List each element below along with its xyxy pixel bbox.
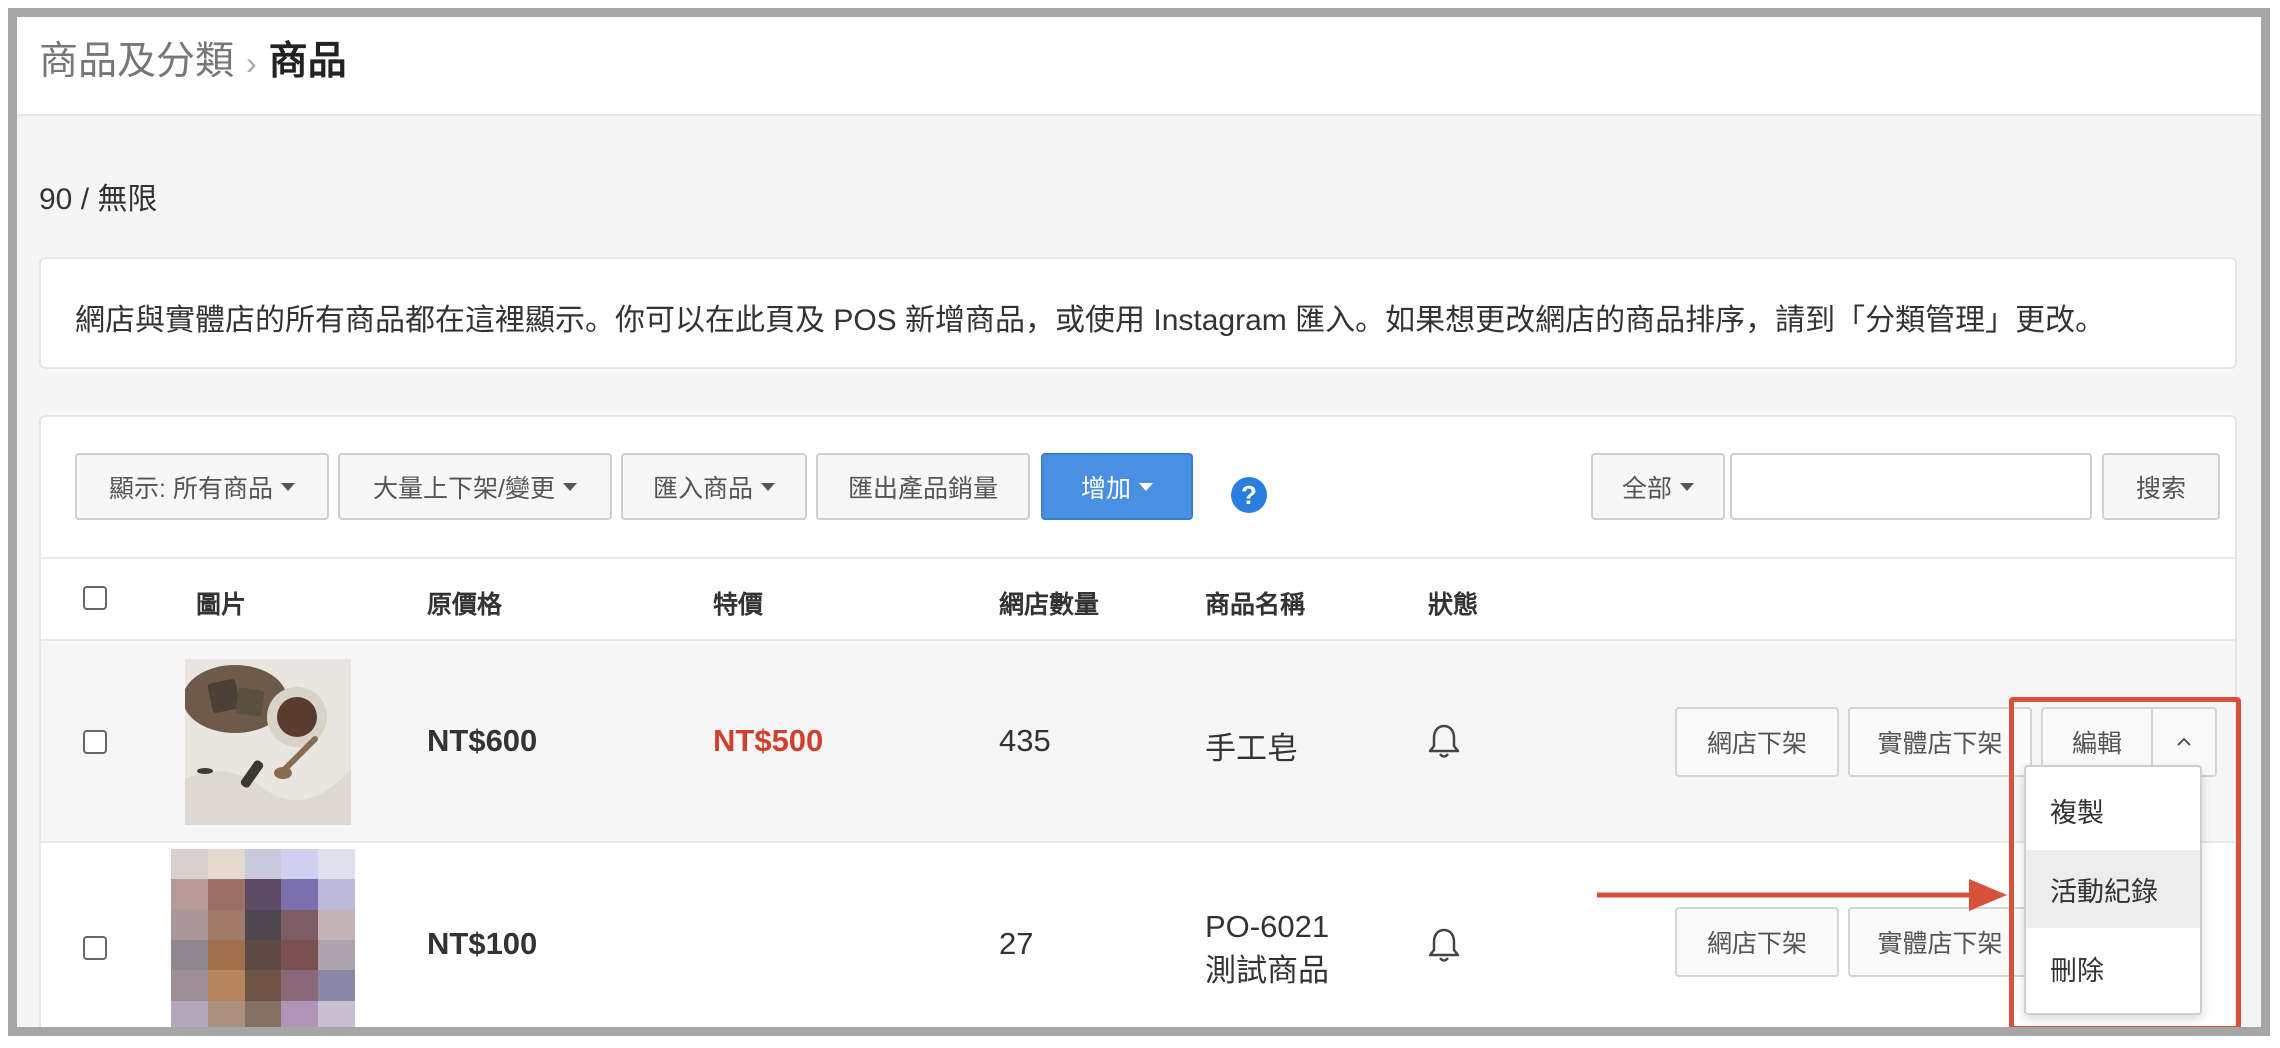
caret-down-icon xyxy=(761,482,775,491)
add-dropdown-button[interactable]: 增加 xyxy=(1041,453,1193,520)
column-header-price[interactable]: 原價格 xyxy=(427,585,502,621)
product-image-pixelated[interactable] xyxy=(171,849,355,1027)
page-title: 商品 xyxy=(268,40,347,83)
caret-down-icon xyxy=(1680,482,1694,491)
product-name[interactable]: 手工皂 xyxy=(1205,723,1298,768)
price: NT$100 xyxy=(427,926,538,961)
select-all-checkbox[interactable] xyxy=(83,586,107,610)
store-delist-label: 實體店下架 xyxy=(1877,730,2003,758)
store-delist-button[interactable]: 實體店下架 xyxy=(1848,707,2032,777)
caret-down-icon xyxy=(1139,482,1153,491)
export-sales-button[interactable]: 匯出產品銷量 xyxy=(816,453,1030,520)
price: NT$600 xyxy=(427,723,538,758)
stock-count: 435 xyxy=(999,723,1051,758)
app-window: 商品及分類 › 商品 90 / 無限 網店與實體店的所有商品都在這裡顯示。你可以在此… xyxy=(8,8,2270,1036)
page-header: 商品及分類 › 商品 xyxy=(17,17,2261,116)
search-input[interactable] xyxy=(1730,453,2092,520)
online-delist-button[interactable]: 網店下架 xyxy=(1675,707,1839,777)
column-header-image: 圖片 xyxy=(196,591,247,619)
info-box: 網店與實體店的所有商品都在這裡顯示。你可以在此頁及 POS 新增商品，或使用 I… xyxy=(39,257,2237,369)
breadcrumb-parent-link[interactable]: 商品及分類 xyxy=(39,40,234,83)
breadcrumb: 商品及分類 › 商品 xyxy=(39,37,347,88)
bulk-label: 大量上下架/變更 xyxy=(373,474,555,503)
column-header-status: 狀態 xyxy=(1428,591,1479,619)
search-label: 搜索 xyxy=(2135,474,2186,503)
product-usage-count: 90 / 無限 xyxy=(39,183,158,216)
product-code: PO-6021 xyxy=(1205,909,1330,944)
more-actions-menu: 複製 活動紀錄 刪除 xyxy=(2024,765,2202,1015)
annotation-arrow-icon xyxy=(1597,879,2007,911)
online-delist-label: 網店下架 xyxy=(1706,930,1807,958)
table-header: 圖片 原價格 特價 網店數量 商品名稱 狀態 xyxy=(41,557,2235,641)
menu-item-duplicate[interactable]: 複製 xyxy=(2026,771,2200,849)
column-header-name[interactable]: 商品名稱 xyxy=(1205,585,1305,621)
online-delist-button[interactable]: 網店下架 xyxy=(1675,907,1839,977)
row-checkbox[interactable] xyxy=(83,936,107,960)
sale-price: NT$500 xyxy=(713,723,824,758)
bell-icon[interactable] xyxy=(1424,925,1464,965)
column-header-sale-price[interactable]: 特價 xyxy=(713,585,763,621)
help-icon[interactable]: ? xyxy=(1231,477,1267,513)
chevron-up-icon xyxy=(2177,737,2191,746)
stock-count: 27 xyxy=(999,926,1034,961)
caret-down-icon xyxy=(562,482,577,491)
add-label: 增加 xyxy=(1080,474,1131,503)
menu-item-activity-log[interactable]: 活動紀錄 xyxy=(2026,850,2200,928)
breadcrumb-separator: › xyxy=(246,45,257,81)
soap-photo xyxy=(185,659,351,825)
product-title: 測試商品 xyxy=(1205,953,1329,988)
info-text: 網店與實體店的所有商品都在這裡顯示。你可以在此頁及 POS 新增商品，或使用 I… xyxy=(75,304,2106,337)
scope-label: 全部 xyxy=(1621,474,1672,503)
scope-dropdown-button[interactable]: 全部 xyxy=(1591,453,1725,520)
bulk-change-dropdown-button[interactable]: 大量上下架/變更 xyxy=(338,453,612,520)
table-row: NT$600 NT$500 435 手工皂 網店下架 實體店下架 編輯 xyxy=(41,641,2235,843)
online-delist-label: 網店下架 xyxy=(1706,730,1807,758)
filter-label: 顯示: 所有商品 xyxy=(109,474,273,503)
product-panel: 顯示: 所有商品 大量上下架/變更 匯入商品 匯出產品銷量 增加 ? 全部 搜索… xyxy=(39,415,2237,1027)
column-header-stock[interactable]: 網店數量 xyxy=(999,585,1099,621)
edit-label: 編輯 xyxy=(2071,730,2122,758)
product-name[interactable]: PO-6021 測試商品 xyxy=(1205,905,1329,993)
export-label: 匯出產品銷量 xyxy=(847,474,998,503)
store-delist-label: 實體店下架 xyxy=(1877,930,2003,958)
menu-item-delete[interactable]: 刪除 xyxy=(2026,929,2200,1007)
row-checkbox[interactable] xyxy=(83,730,107,754)
table-row: NT$100 27 PO-6021 測試商品 網店下架 實體店下架 xyxy=(41,843,2235,1027)
filter-dropdown-button[interactable]: 顯示: 所有商品 xyxy=(75,453,329,520)
product-image[interactable] xyxy=(185,659,351,825)
store-delist-button[interactable]: 實體店下架 xyxy=(1848,907,2032,977)
import-dropdown-button[interactable]: 匯入商品 xyxy=(621,453,807,520)
import-label: 匯入商品 xyxy=(652,474,753,503)
search-button[interactable]: 搜索 xyxy=(2102,453,2220,520)
bell-icon[interactable] xyxy=(1424,721,1464,761)
caret-down-icon xyxy=(280,482,295,491)
